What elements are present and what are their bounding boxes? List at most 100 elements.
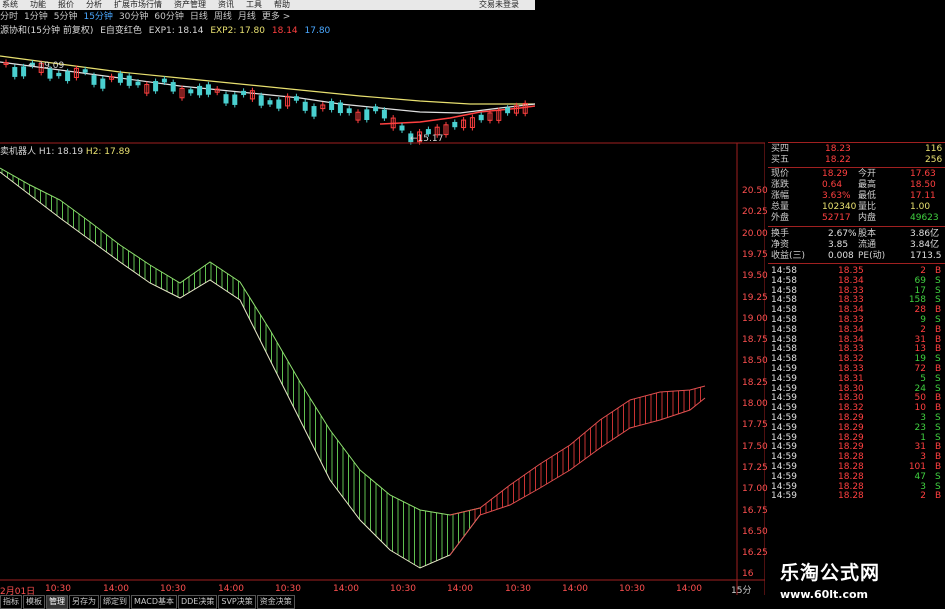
price-tick-label: 18.75 [742,335,768,346]
ask-volume: 116 [925,144,943,154]
bottom-tab[interactable]: DDE决策 [177,595,218,609]
quote-separator [768,263,945,264]
band-upper-line-green [0,167,481,516]
period-label[interactable]: 15分 [731,583,751,596]
tick-row: 14:58 18.33 9 S [768,315,945,325]
tick-side: B [935,462,942,472]
tick-side: S [935,315,941,325]
tick-volume: 101 [908,462,926,472]
tick-time: 14:59 [771,471,797,482]
robot-indicator-chart[interactable] [0,0,765,609]
tick-time: 14:59 [771,403,797,414]
tick-price: 18.29 [838,422,864,433]
time-tick-label: 14:00 [562,584,588,594]
tick-time: 14:58 [771,275,797,286]
quote-stat-row: 总量 102340 量比 1.00 [768,202,945,212]
tick-price: 18.28 [838,452,864,463]
tick-time: 14:58 [771,324,797,335]
bottom-tab[interactable]: 另存为 [69,595,99,609]
tick-time: 14:59 [771,452,797,463]
tick-price: 18.30 [838,383,864,394]
bottom-tab[interactable]: 指标 [0,595,22,609]
tick-time: 14:59 [771,383,797,394]
site-watermark: 乐淘公式网 www.60lt.com [768,556,945,609]
tick-time: 14:59 [771,432,797,443]
ask-label: 买四 [771,144,790,154]
fund-value: 3.85 [828,240,849,250]
price-tick-label: 17.25 [742,462,768,473]
bottom-tab[interactable]: MACD基本 [131,595,177,609]
tick-time: 14:58 [771,305,797,316]
price-tick-label: 16.25 [742,548,768,559]
tick-side: B [935,266,942,276]
tick-volume: 19 [914,354,926,365]
tick-time: 14:59 [771,442,797,453]
stat-label: 最低 [858,191,877,201]
stat-value: 17.63 [910,169,936,179]
tick-time: 14:58 [771,315,797,325]
tick-volume: 2 [920,266,926,276]
time-tick-label: 14:00 [447,584,473,594]
tick-price: 18.29 [838,432,864,443]
tick-time: 14:59 [771,393,797,404]
ask-label: 买五 [771,155,790,165]
tick-side: S [935,295,941,306]
tick-volume: 28 [914,305,926,316]
tick-row: 14:59 18.28 47 S [768,472,945,482]
tick-row: 14:58 18.32 19 S [768,354,945,364]
tick-volume: 24 [914,383,926,394]
tick-price: 18.28 [838,462,864,472]
tick-volume: 2 [920,491,926,502]
stat-label: 外盘 [771,213,790,223]
tick-time: 14:59 [771,413,797,423]
quote-fund-row: 换手 2.67% 股本 3.86亿 [768,229,945,239]
tick-price: 18.34 [838,305,864,316]
bottom-tab[interactable]: 模板 [23,595,45,609]
tick-row: 14:59 18.28 2 B [768,491,945,501]
quote-panel: 买四 18.23 116 买五 18.22 256 现价 18.29 今开 17.63 涨跌 0.64… [768,142,945,552]
bottom-tab[interactable]: SVP决策 [218,595,256,609]
time-tick-label: 10:30 [619,584,645,594]
tick-row: 14:59 18.32 10 B [768,403,945,413]
bottom-tab[interactable]: 绑定到 [100,595,130,609]
tick-price: 18.33 [838,285,864,296]
tick-time: 14:59 [771,462,797,472]
ask-row-4: 买四 18.23 116 [768,144,945,154]
bottom-tab[interactable]: 管理 [46,595,68,609]
stat-label: 最高 [858,180,877,190]
tick-volume: 31 [914,334,926,345]
tick-row: 14:58 18.34 69 S [768,276,945,286]
price-tick-label: 16.75 [742,505,768,516]
tick-side: S [935,373,941,384]
tick-price: 18.33 [838,344,864,355]
tick-side: B [935,364,942,374]
price-tick-label: 20.00 [742,228,768,239]
tick-volume: 17 [914,285,926,296]
tick-price: 18.34 [838,334,864,345]
tick-side: B [935,324,942,335]
tick-row: 14:58 18.33 13 B [768,344,945,354]
tick-volume: 3 [920,413,926,423]
bottom-tab[interactable]: 资金决策 [256,595,295,609]
tick-volume: 23 [914,422,926,433]
tick-side: S [935,285,941,296]
price-tick-label: 18.50 [742,356,768,367]
quote-stat-row: 涨幅 3.63% 最低 17.11 [768,191,945,201]
quote-top-border [768,142,945,143]
time-tick-label: 10:30 [275,584,301,594]
stat-value: 0.64 [822,180,843,190]
time-tick-label: 10:30 [45,584,71,594]
tick-time: 14:59 [771,364,797,374]
time-tick-label: 14:00 [333,584,359,594]
stat-label: 内盘 [858,213,877,223]
tick-row: 14:59 18.29 23 S [768,423,945,433]
band-lower-line-red [449,397,706,556]
tick-volume: 31 [914,442,926,453]
tick-row: 14:59 18.29 3 S [768,413,945,423]
stat-label: 现价 [771,169,790,179]
price-tick-label: 16 [742,569,754,580]
tick-side: B [935,334,942,345]
tick-row: 14:58 18.34 31 B [768,335,945,345]
tick-row: 14:59 18.33 72 B [768,364,945,374]
fund-value: 3.84亿 [910,240,940,250]
